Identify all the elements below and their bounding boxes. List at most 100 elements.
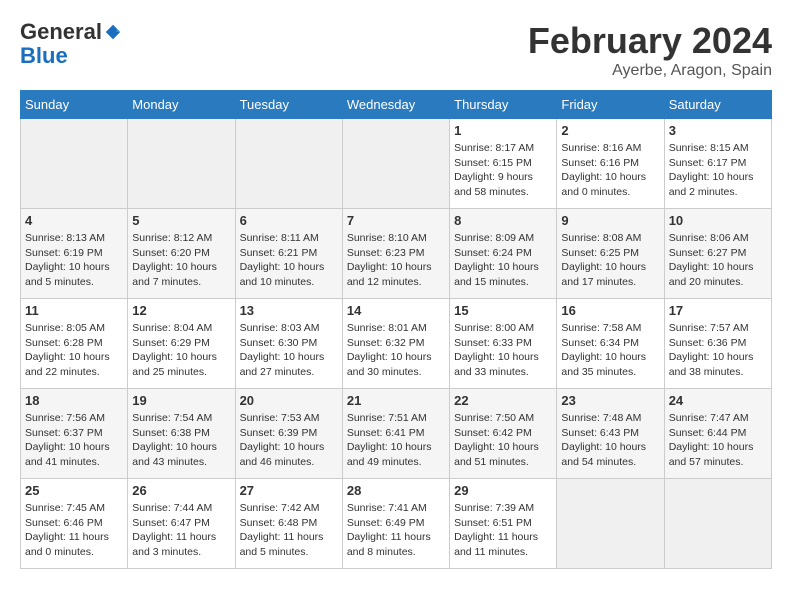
calendar-cell: 9 Sunrise: 8:08 AM Sunset: 6:25 PM Daylig… <box>557 209 664 299</box>
day-number: 11 <box>25 303 123 318</box>
day-info: Sunrise: 8:01 AM Sunset: 6:32 PM Dayligh… <box>347 321 445 380</box>
calendar-cell: 6 Sunrise: 8:11 AM Sunset: 6:21 PM Daylig… <box>235 209 342 299</box>
calendar-cell: 21 Sunrise: 7:51 AM Sunset: 6:41 PM Dayli… <box>342 389 449 479</box>
logo-blue-text: Blue <box>20 43 68 68</box>
calendar-week-row: 1 Sunrise: 8:17 AM Sunset: 6:15 PM Daylig… <box>21 119 772 209</box>
day-info: Sunrise: 7:53 AM Sunset: 6:39 PM Dayligh… <box>240 411 338 470</box>
calendar-cell: 10 Sunrise: 8:06 AM Sunset: 6:27 PM Dayli… <box>664 209 771 299</box>
day-number: 2 <box>561 123 659 138</box>
day-info: Sunrise: 8:10 AM Sunset: 6:23 PM Dayligh… <box>347 231 445 290</box>
calendar-cell <box>128 119 235 209</box>
day-number: 3 <box>669 123 767 138</box>
day-number: 6 <box>240 213 338 228</box>
day-number: 5 <box>132 213 230 228</box>
day-info: Sunrise: 8:08 AM Sunset: 6:25 PM Dayligh… <box>561 231 659 290</box>
calendar-cell: 7 Sunrise: 8:10 AM Sunset: 6:23 PM Daylig… <box>342 209 449 299</box>
day-info: Sunrise: 7:42 AM Sunset: 6:48 PM Dayligh… <box>240 501 338 560</box>
day-info: Sunrise: 7:58 AM Sunset: 6:34 PM Dayligh… <box>561 321 659 380</box>
day-info: Sunrise: 8:16 AM Sunset: 6:16 PM Dayligh… <box>561 141 659 200</box>
day-info: Sunrise: 8:13 AM Sunset: 6:19 PM Dayligh… <box>25 231 123 290</box>
day-info: Sunrise: 8:09 AM Sunset: 6:24 PM Dayligh… <box>454 231 552 290</box>
day-number: 29 <box>454 483 552 498</box>
day-info: Sunrise: 8:11 AM Sunset: 6:21 PM Dayligh… <box>240 231 338 290</box>
day-info: Sunrise: 8:05 AM Sunset: 6:28 PM Dayligh… <box>25 321 123 380</box>
day-info: Sunrise: 8:15 AM Sunset: 6:17 PM Dayligh… <box>669 141 767 200</box>
day-number: 4 <box>25 213 123 228</box>
calendar-header-friday: Friday <box>557 91 664 119</box>
calendar-header-row: SundayMondayTuesdayWednesdayThursdayFrid… <box>21 91 772 119</box>
page-header: General Blue February 2024 Ayerbe, Arago… <box>20 20 772 80</box>
calendar-cell: 12 Sunrise: 8:04 AM Sunset: 6:29 PM Dayli… <box>128 299 235 389</box>
day-info: Sunrise: 7:45 AM Sunset: 6:46 PM Dayligh… <box>25 501 123 560</box>
day-number: 26 <box>132 483 230 498</box>
calendar-table: SundayMondayTuesdayWednesdayThursdayFrid… <box>20 90 772 569</box>
calendar-cell: 26Sunrise: 7:44 AM Sunset: 6:47 PM Dayli… <box>128 479 235 569</box>
calendar-cell: 14 Sunrise: 8:01 AM Sunset: 6:32 PM Dayli… <box>342 299 449 389</box>
day-number: 18 <box>25 393 123 408</box>
calendar-header-thursday: Thursday <box>450 91 557 119</box>
calendar-cell: 17 Sunrise: 7:57 AM Sunset: 6:36 PM Dayli… <box>664 299 771 389</box>
calendar-header-tuesday: Tuesday <box>235 91 342 119</box>
day-info: Sunrise: 8:06 AM Sunset: 6:27 PM Dayligh… <box>669 231 767 290</box>
day-number: 28 <box>347 483 445 498</box>
calendar-header-monday: Monday <box>128 91 235 119</box>
day-info: Sunrise: 8:00 AM Sunset: 6:33 PM Dayligh… <box>454 321 552 380</box>
day-number: 17 <box>669 303 767 318</box>
calendar-cell: 16 Sunrise: 7:58 AM Sunset: 6:34 PM Dayli… <box>557 299 664 389</box>
calendar-cell <box>342 119 449 209</box>
day-info: Sunrise: 8:03 AM Sunset: 6:30 PM Dayligh… <box>240 321 338 380</box>
calendar-week-row: 4 Sunrise: 8:13 AM Sunset: 6:19 PM Daylig… <box>21 209 772 299</box>
calendar-cell: 13Sunrise: 8:03 AM Sunset: 6:30 PM Dayli… <box>235 299 342 389</box>
day-info: Sunrise: 7:57 AM Sunset: 6:36 PM Dayligh… <box>669 321 767 380</box>
logo-icon <box>104 23 122 41</box>
day-number: 19 <box>132 393 230 408</box>
calendar-cell <box>664 479 771 569</box>
calendar-cell <box>235 119 342 209</box>
calendar-cell: 18Sunrise: 7:56 AM Sunset: 6:37 PM Dayli… <box>21 389 128 479</box>
calendar-cell: 15 Sunrise: 8:00 AM Sunset: 6:33 PM Dayli… <box>450 299 557 389</box>
calendar-cell: 4 Sunrise: 8:13 AM Sunset: 6:19 PM Daylig… <box>21 209 128 299</box>
day-number: 15 <box>454 303 552 318</box>
day-number: 14 <box>347 303 445 318</box>
day-info: Sunrise: 8:12 AM Sunset: 6:20 PM Dayligh… <box>132 231 230 290</box>
day-info: Sunrise: 7:41 AM Sunset: 6:49 PM Dayligh… <box>347 501 445 560</box>
calendar-cell: 28 Sunrise: 7:41 AM Sunset: 6:49 PM Dayli… <box>342 479 449 569</box>
calendar-header-sunday: Sunday <box>21 91 128 119</box>
calendar-header-wednesday: Wednesday <box>342 91 449 119</box>
day-info: Sunrise: 8:04 AM Sunset: 6:29 PM Dayligh… <box>132 321 230 380</box>
calendar-cell: 8 Sunrise: 8:09 AM Sunset: 6:24 PM Daylig… <box>450 209 557 299</box>
day-info: Sunrise: 7:54 AM Sunset: 6:38 PM Dayligh… <box>132 411 230 470</box>
day-info: Sunrise: 7:51 AM Sunset: 6:41 PM Dayligh… <box>347 411 445 470</box>
day-number: 1 <box>454 123 552 138</box>
calendar-cell: 19 Sunrise: 7:54 AM Sunset: 6:38 PM Dayli… <box>128 389 235 479</box>
day-number: 8 <box>454 213 552 228</box>
day-number: 24 <box>669 393 767 408</box>
day-info: Sunrise: 7:48 AM Sunset: 6:43 PM Dayligh… <box>561 411 659 470</box>
calendar-cell: 2 Sunrise: 8:16 AM Sunset: 6:16 PM Daylig… <box>557 119 664 209</box>
day-info: Sunrise: 7:39 AM Sunset: 6:51 PM Dayligh… <box>454 501 552 560</box>
calendar-cell: 23Sunrise: 7:48 AM Sunset: 6:43 PM Dayli… <box>557 389 664 479</box>
day-number: 21 <box>347 393 445 408</box>
day-number: 16 <box>561 303 659 318</box>
day-number: 27 <box>240 483 338 498</box>
day-number: 7 <box>347 213 445 228</box>
calendar-cell: 3 Sunrise: 8:15 AM Sunset: 6:17 PM Daylig… <box>664 119 771 209</box>
calendar-week-row: 18Sunrise: 7:56 AM Sunset: 6:37 PM Dayli… <box>21 389 772 479</box>
calendar-cell: 25Sunrise: 7:45 AM Sunset: 6:46 PM Dayli… <box>21 479 128 569</box>
day-number: 10 <box>669 213 767 228</box>
logo-general-text: General <box>20 20 102 44</box>
logo: General Blue <box>20 20 122 68</box>
day-number: 9 <box>561 213 659 228</box>
calendar-cell: 11 Sunrise: 8:05 AM Sunset: 6:28 PM Dayli… <box>21 299 128 389</box>
location-subtitle: Ayerbe, Aragon, Spain <box>528 62 772 80</box>
calendar-cell: 1 Sunrise: 8:17 AM Sunset: 6:15 PM Daylig… <box>450 119 557 209</box>
month-year-title: February 2024 <box>528 20 772 62</box>
calendar-cell: 22Sunrise: 7:50 AM Sunset: 6:42 PM Dayli… <box>450 389 557 479</box>
day-number: 12 <box>132 303 230 318</box>
calendar-cell <box>557 479 664 569</box>
day-number: 22 <box>454 393 552 408</box>
day-info: Sunrise: 8:17 AM Sunset: 6:15 PM Dayligh… <box>454 141 552 200</box>
calendar-header-saturday: Saturday <box>664 91 771 119</box>
calendar-cell <box>21 119 128 209</box>
calendar-cell: 24Sunrise: 7:47 AM Sunset: 6:44 PM Dayli… <box>664 389 771 479</box>
